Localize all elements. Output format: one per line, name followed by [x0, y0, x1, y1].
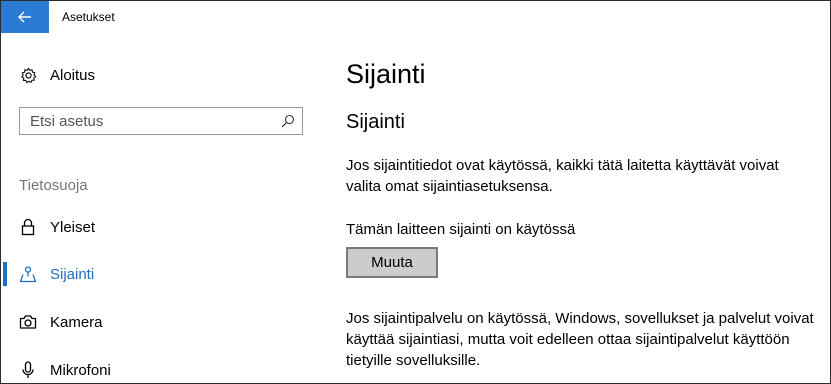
- lock-icon: [19, 218, 37, 236]
- sidebar-item-label: Kamera: [50, 313, 103, 331]
- home-label: Aloitus: [50, 66, 96, 84]
- device-location-status: Tämän laitteen sijainti on käytössä: [346, 221, 576, 238]
- location-service-description: Jos sijaintipalvelu on käytössä, Windows…: [346, 310, 814, 369]
- sidebar-item-camera[interactable]: Kamera: [1, 306, 321, 338]
- search-placeholder: Etsi asetus: [30, 113, 104, 130]
- sidebar-item-label: Sijainti: [50, 265, 95, 283]
- home-nav-item[interactable]: Aloitus: [19, 63, 95, 87]
- change-button[interactable]: Muuta: [346, 247, 438, 278]
- gear-icon: [19, 66, 37, 84]
- settings-window: Asetukset Aloitus Etsi asetus Tietosuoja: [0, 0, 831, 384]
- camera-icon: [19, 313, 37, 331]
- selection-indicator: [3, 262, 7, 286]
- window-title: Asetukset: [62, 10, 115, 24]
- search-icon: [281, 114, 295, 128]
- back-arrow-icon: [18, 11, 31, 23]
- back-button[interactable]: [1, 1, 49, 33]
- microphone-icon: [19, 361, 37, 379]
- search-input[interactable]: Etsi asetus: [19, 107, 303, 135]
- sidebar-item-location[interactable]: Sijainti: [1, 258, 321, 290]
- location-icon: [19, 265, 37, 283]
- page-title: Sijainti: [346, 59, 426, 89]
- sidebar-item-label: Mikrofoni: [50, 361, 111, 379]
- title-bar: Asetukset: [1, 1, 830, 33]
- sidebar-item-label: Yleiset: [50, 218, 96, 236]
- sidebar-item-microphone[interactable]: Mikrofoni: [1, 354, 321, 383]
- location-description: Jos sijaintitiedot ovat käytössä, kaikki…: [346, 157, 779, 195]
- sidebar-item-general[interactable]: Yleiset: [1, 211, 321, 243]
- sidebar-section-label: Tietosuoja: [19, 177, 88, 194]
- section-title: Sijainti: [346, 111, 405, 133]
